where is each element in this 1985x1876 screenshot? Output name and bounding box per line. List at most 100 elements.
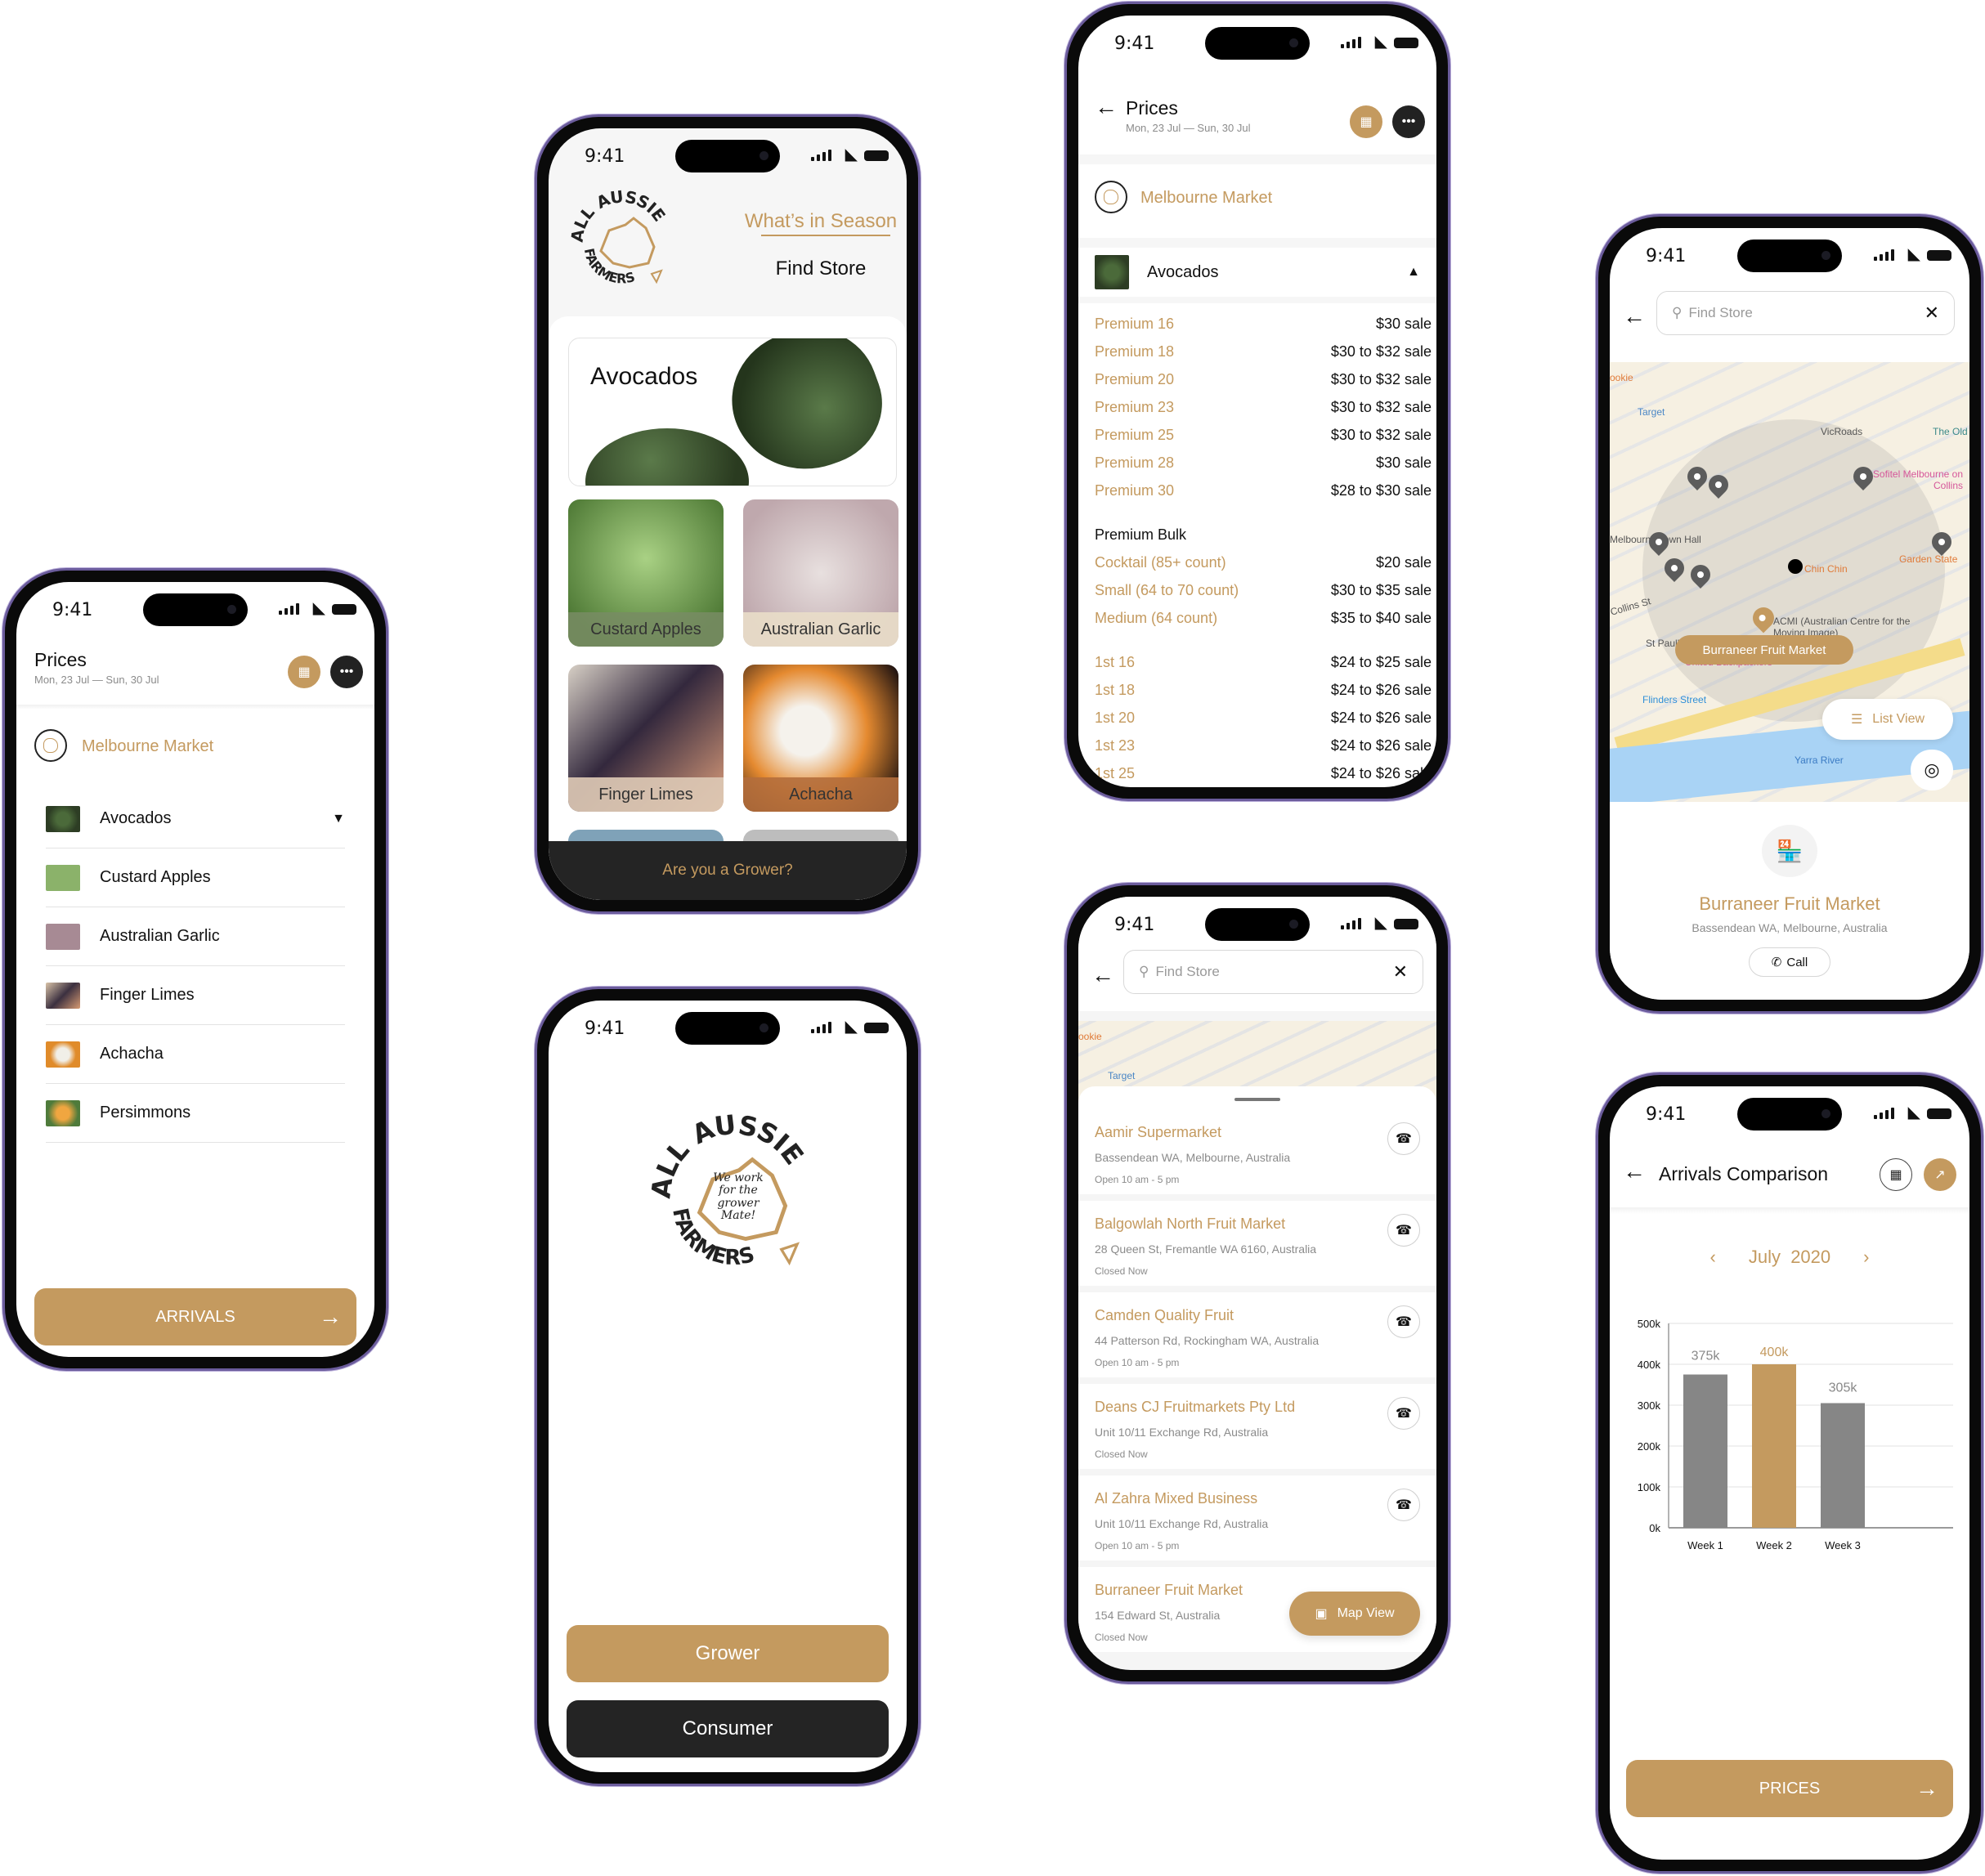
map-view-button[interactable]: ▣ Map View	[1289, 1592, 1420, 1636]
dynamic-island	[1205, 27, 1310, 60]
date-range: Mon, 23 Jul — Sun, 30 Jul	[34, 674, 159, 686]
phone-whats-in-season: 9:41 ◣ ALL AUSSIE FARMERS What’s in Seas…	[535, 114, 921, 914]
consumer-button[interactable]: Consumer	[567, 1700, 889, 1757]
australian-garlic-thumbnail	[46, 923, 80, 950]
call-button[interactable]: ☎	[1387, 1305, 1420, 1338]
call-button[interactable]: ☎	[1387, 1214, 1420, 1247]
phone-arrivals-comparison: 9:41 ◣ ← Arrivals Comparison ▦ ↗ ‹ July …	[1596, 1072, 1983, 1874]
status-bar: 9:41 ◣	[549, 128, 907, 186]
selected-pin-label[interactable]: Burraneer Fruit Market	[1675, 635, 1853, 665]
prev-period-chevron-icon[interactable]: ‹	[1710, 1247, 1716, 1268]
collapse-caret-icon[interactable]: ▲	[1407, 265, 1420, 280]
price-value: $35 to $40 sale	[1330, 609, 1432, 626]
store-list-item[interactable]: Balgowlah North Fruit Market 28 Queen St,…	[1078, 1201, 1436, 1286]
price-row: Medium (64 count) $35 to $40 sale	[1095, 604, 1432, 632]
map[interactable]: ookie Target VicRoads The Old Sofitel Me…	[1610, 362, 1969, 802]
back-button[interactable]: ←	[1091, 962, 1114, 988]
store-address: Bassendean WA, Melbourne, Australia	[1095, 1151, 1291, 1164]
locate-me-button[interactable]: ◎	[1911, 750, 1953, 790]
dropdown-caret-icon[interactable]: ▼	[332, 812, 345, 826]
calendar-button[interactable]: ▦	[1880, 1158, 1912, 1191]
finger-limes-thumbnail	[46, 982, 80, 1009]
list-view-button[interactable]: ☰ List View	[1822, 699, 1953, 740]
product-header-avocados[interactable]: Avocados ▲	[1078, 248, 1436, 297]
prices-button[interactable]: PRICES →	[1626, 1760, 1953, 1817]
page-title: Arrivals Comparison	[1659, 1163, 1829, 1184]
market-name[interactable]: Melbourne Market	[82, 737, 213, 756]
clear-icon[interactable]: ✕	[1925, 302, 1939, 324]
arrow-right-icon: →	[1916, 1775, 1938, 1801]
tile-finger-limes[interactable]: Finger Limes	[568, 665, 724, 812]
store-name: Aamir Supermarket	[1095, 1124, 1222, 1140]
phone-icon: ☎	[1396, 1315, 1412, 1329]
more-button[interactable]: •••	[1392, 105, 1425, 138]
dynamic-island	[1737, 1098, 1842, 1131]
signal-icon	[811, 1022, 831, 1033]
x-tick-label: Week 1	[1687, 1539, 1723, 1551]
clear-icon[interactable]: ✕	[1393, 961, 1408, 983]
brand-logo-icon	[34, 729, 67, 762]
call-button[interactable]: ☎	[1387, 1397, 1420, 1430]
brand-logo-icon	[1095, 181, 1127, 213]
store-name: Balgowlah North Fruit Market	[1095, 1216, 1286, 1232]
status-bar: 9:41 ◣	[1610, 228, 1969, 285]
chart-button[interactable]: ↗	[1924, 1158, 1956, 1191]
tile-achacha[interactable]: Achacha	[743, 665, 898, 812]
search-input[interactable]: ⚲ Find Store ✕	[1123, 950, 1423, 994]
store-list-item[interactable]: Aamir Supermarket Bassendean WA, Melbourn…	[1078, 1109, 1436, 1194]
price-value: $30 to $32 sale	[1330, 370, 1432, 387]
wifi-icon: ◣	[845, 1018, 858, 1036]
grade-label: Premium 18	[1095, 343, 1175, 360]
price-value: $30 to $35 sale	[1330, 581, 1432, 598]
wifi-icon: ◣	[1907, 245, 1920, 263]
page-title: Prices	[34, 649, 87, 670]
price-value: $30 sale	[1375, 315, 1432, 332]
market-name[interactable]: Melbourne Market	[1140, 189, 1272, 208]
search-input[interactable]: ⚲ Find Store ✕	[1656, 291, 1955, 335]
call-button[interactable]: ☎	[1387, 1122, 1420, 1155]
call-button[interactable]: ☎	[1387, 1489, 1420, 1521]
date-range: Mon, 23 Jul — Sun, 30 Jul	[1126, 122, 1251, 134]
list-item-achacha[interactable]: Achacha	[46, 1025, 345, 1084]
store-list-item[interactable]: Deans CJ Fruitmarkets Pty Ltd Unit 10/11 …	[1078, 1384, 1436, 1469]
list-item-avocados[interactable]: Avocados ▼	[46, 790, 345, 848]
list-item-label: Australian Garlic	[100, 927, 220, 945]
store-list-item[interactable]: Al Zahra Mixed Business Unit 10/11 Exchan…	[1078, 1475, 1436, 1560]
list-item-persimmons[interactable]: Persimmons	[46, 1084, 345, 1143]
screen: 9:41 ◣ ALL AUSSIE FARMERS What’s in Seas…	[549, 128, 907, 900]
tile-label: Finger Limes	[568, 777, 724, 812]
tile-custard-apples[interactable]: Custard Apples	[568, 499, 724, 647]
section-divider	[1078, 297, 1436, 303]
store-name: Burraneer Fruit Market	[1699, 893, 1880, 914]
arrivals-bar-chart: 0k 100k 200k 300k 400k 500k 375k Week 1 400k Week…	[1638, 1318, 1953, 1551]
call-button[interactable]: ✆ Call	[1749, 947, 1830, 977]
wifi-icon: ◣	[1907, 1104, 1920, 1122]
calendar-button[interactable]: ▦	[1350, 105, 1382, 138]
list-item-finger-limes[interactable]: Finger Limes	[46, 966, 345, 1025]
store-list-item[interactable]: Camden Quality Fruit 44 Patterson Rd, Roc…	[1078, 1292, 1436, 1377]
more-button[interactable]: •••	[330, 656, 363, 688]
back-button[interactable]: ←	[1095, 94, 1118, 120]
phone-icon: ☎	[1396, 1498, 1412, 1512]
store-card[interactable]: 🏪 Burraneer Fruit Market Bassendean WA, …	[1610, 802, 1969, 1000]
list-item-custard-apples[interactable]: Custard Apples	[46, 848, 345, 907]
arrivals-button[interactable]: ARRIVALS →	[34, 1288, 356, 1345]
grade-label: 1st 23	[1095, 737, 1136, 754]
next-period-chevron-icon[interactable]: ›	[1863, 1247, 1869, 1268]
featured-avocados-card[interactable]: Avocados	[568, 338, 897, 486]
call-label: Call	[1786, 955, 1808, 969]
grade-label: Medium (64 count)	[1095, 609, 1218, 626]
tile-australian-garlic[interactable]: Australian Garlic	[743, 499, 898, 647]
bar-chart-icon: ↗	[1934, 1168, 1946, 1182]
tab-whats-in-season[interactable]: What’s in Season	[735, 210, 907, 233]
tab-find-store[interactable]: Find Store	[735, 257, 907, 280]
current-location-dot	[1788, 559, 1803, 574]
sheet-handle[interactable]	[1234, 1098, 1280, 1101]
back-button[interactable]: ←	[1623, 303, 1646, 329]
grower-button[interactable]: Grower	[567, 1625, 889, 1682]
signal-icon	[1341, 37, 1361, 48]
list-item-australian-garlic[interactable]: Australian Garlic	[46, 907, 345, 966]
grower-banner[interactable]: Are you a Grower?	[549, 841, 907, 900]
back-button[interactable]: ←	[1623, 1158, 1646, 1184]
calendar-button[interactable]: ▦	[288, 656, 320, 688]
